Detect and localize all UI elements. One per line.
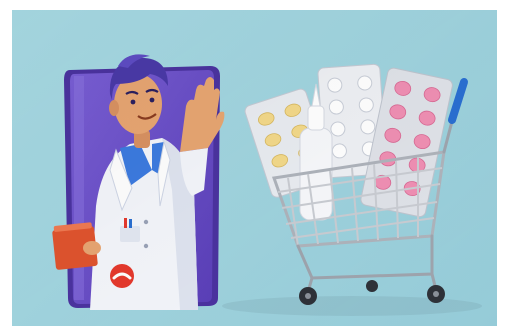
illustration: [12, 10, 497, 326]
telemedicine-scene: [12, 10, 497, 326]
image-frame: [0, 0, 509, 336]
